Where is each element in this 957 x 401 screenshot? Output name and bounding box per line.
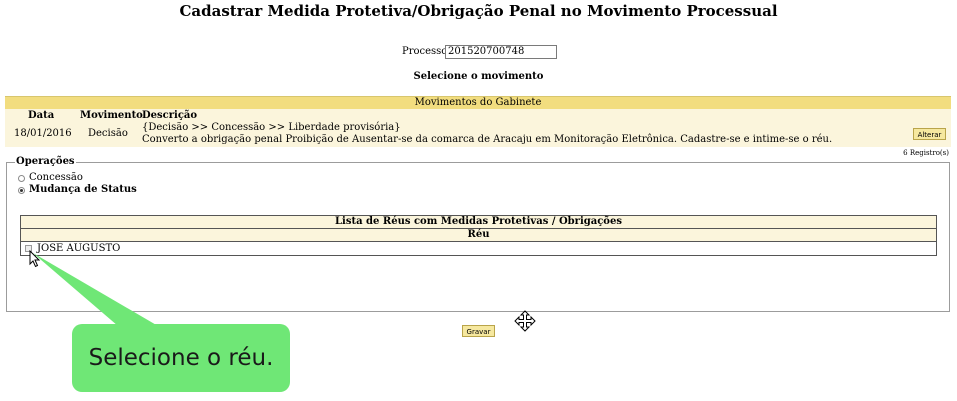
select-movement-heading: Selecione o movimento <box>413 71 544 82</box>
table-row[interactable]: 18/01/2016 Decisão {Decisão >> Concessão… <box>5 121 951 147</box>
move-cursor-icon <box>514 310 536 332</box>
record-count: 6 Registro(s) <box>903 149 949 157</box>
row-movimento: Decisão <box>88 128 128 139</box>
column-header-data: Data <box>28 110 55 121</box>
column-header-movimento: Movimento <box>80 110 143 121</box>
processo-label: Processo: <box>402 46 451 57</box>
radio-mudanca-status-label[interactable]: Mudança de Status <box>29 184 137 195</box>
movimentos-header: Movimentos do Gabinete <box>5 96 951 109</box>
radio-concessao[interactable] <box>18 175 25 182</box>
reus-column-header: Réu <box>21 229 936 242</box>
processo-input[interactable]: 201520700748 <box>445 45 557 59</box>
radio-concessao-label[interactable]: Concessão <box>29 172 83 183</box>
row-descricao-classe: {Decisão >> Concessão >> Liberdade provi… <box>142 122 401 133</box>
column-header-descricao: Descrição <box>142 110 198 121</box>
radio-mudanca-status[interactable] <box>18 187 25 194</box>
reus-table-title: Lista de Réus com Medidas Protetivas / O… <box>21 216 936 229</box>
row-descricao-texto: Converto a obrigação penal Proibição de … <box>142 134 833 145</box>
row-data: 18/01/2016 <box>14 128 72 139</box>
gravar-button[interactable]: Gravar <box>462 325 495 337</box>
callout-bubble: Selecione o réu. <box>72 324 290 392</box>
mouse-pointer-icon <box>29 250 41 268</box>
reu-name[interactable]: JOSE AUGUSTO <box>37 243 120 254</box>
alterar-button[interactable]: Alterar <box>913 128 946 140</box>
operacoes-legend: Operações <box>15 156 76 167</box>
page-title: Cadastrar Medida Protetiva/Obrigação Pen… <box>179 2 778 20</box>
